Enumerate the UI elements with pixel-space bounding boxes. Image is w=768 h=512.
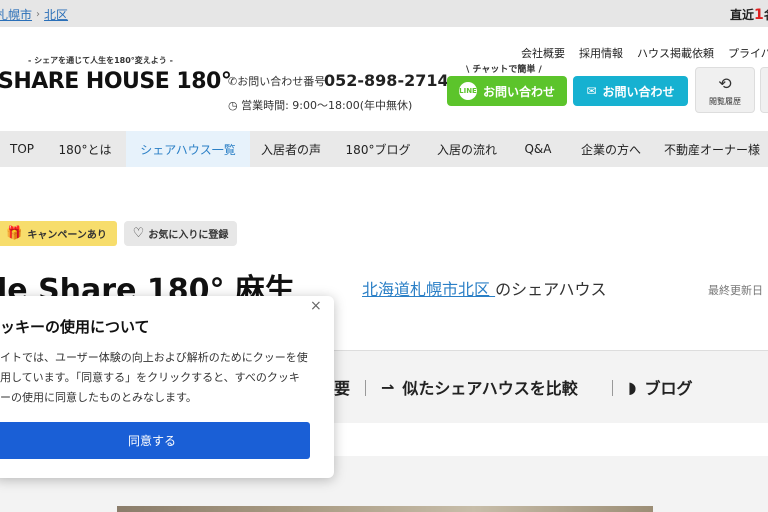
- house-photo: [117, 506, 653, 512]
- chevron-right-icon: ›: [36, 9, 41, 20]
- link-listing-request[interactable]: ハウス掲載依頼: [637, 45, 714, 61]
- phone-icon: ✆: [228, 75, 238, 88]
- link-privacy[interactable]: プライバシー: [728, 45, 768, 61]
- history-icon: ⟲: [718, 73, 732, 93]
- phone-number[interactable]: 052-898-2714: [324, 71, 449, 90]
- breadcrumb-link-sapporo[interactable]: 札幌市: [0, 6, 32, 23]
- line-icon: LINE: [458, 82, 477, 100]
- cookie-body: イトでは、ユーザー体験の向上および解析のためにクッーを使用しています。「同意する…: [0, 351, 308, 404]
- nav-item-top[interactable]: TOP: [0, 131, 44, 167]
- nav-item-owners[interactable]: 不動産オーナー様: [656, 131, 768, 167]
- site-header: - シェアを通じて人生を180°変えよう - SHARE HOUSE 180° …: [0, 27, 768, 131]
- site-logo[interactable]: SHARE HOUSE 180°: [0, 69, 232, 94]
- link-company[interactable]: 会社概要: [521, 45, 565, 61]
- rss-icon: ◗: [628, 377, 637, 397]
- breadcrumb: 札幌市 › 北区: [0, 6, 68, 23]
- campaign-badge: 🎁 キャンペーンあり: [0, 221, 117, 246]
- business-hours-text: 営業時間: 9:00〜18:00(年中無休): [241, 99, 413, 112]
- envelope-icon: ✉: [586, 84, 597, 98]
- business-hours: ◷ 営業時間: 9:00〜18:00(年中無休): [228, 97, 412, 113]
- gift-icon: 🎁: [6, 226, 23, 241]
- tab-overview-label: 要: [334, 379, 351, 398]
- header-links: 会社概要 採用情報 ハウス掲載依頼 プライバシー: [521, 45, 768, 61]
- location-suffix: のシェアハウス: [495, 280, 607, 299]
- header-extra-button[interactable]: [760, 67, 768, 113]
- recent-count: 1: [754, 7, 764, 23]
- last-updated: 最終更新日: [708, 284, 763, 297]
- tagline: - シェアを通じて人生を180°変えよう -: [28, 56, 173, 65]
- tab-compare-label: 似たシェアハウスを比較: [402, 379, 578, 398]
- main-nav: TOP 180°とは シェアハウス一覧 入居者の声 180°ブログ 入居の流れ …: [0, 131, 768, 167]
- location-link[interactable]: 北海道札幌市北区: [362, 280, 495, 299]
- close-icon[interactable]: ×: [310, 298, 322, 314]
- nav-item-corporate[interactable]: 企業の方へ: [566, 131, 656, 167]
- tab-separator: [612, 380, 613, 396]
- line-contact-button[interactable]: LINE お問い合わせ: [447, 76, 567, 106]
- favorite-label: お気に入りに登録: [148, 230, 229, 241]
- recent-prefix: 直近: [730, 8, 755, 22]
- agree-button[interactable]: 同意する: [0, 422, 310, 459]
- cookie-title: ッキーの使用について: [0, 318, 150, 336]
- mail-contact-label: お問い合わせ: [602, 84, 675, 99]
- top-bar: 札幌市 › 北区 直近1名: [0, 0, 768, 27]
- recent-viewers: 直近1名: [730, 6, 768, 23]
- phone-label-text: お問い合わせ番号: [237, 75, 326, 88]
- phone-label: ✆お問い合わせ番号: [228, 73, 325, 89]
- nav-item-flow[interactable]: 入居の流れ: [424, 131, 510, 167]
- history-label: 閲覧履歴: [709, 96, 741, 106]
- cookie-dialog: × ッキーの使用について イトでは、ユーザー体験の向上および解析のためにクッーを…: [0, 296, 334, 478]
- nav-item-sharehouse-list[interactable]: シェアハウス一覧: [126, 131, 250, 167]
- recent-suffix: 名: [764, 8, 768, 22]
- tab-compare[interactable]: ⇀ 似たシェアハウスを比較: [381, 375, 578, 399]
- nav-item-voices[interactable]: 入居者の声: [250, 131, 332, 167]
- tab-overview[interactable]: 要: [334, 375, 350, 399]
- nav-item-about[interactable]: 180°とは: [44, 131, 126, 167]
- line-contact-label: お問い合わせ: [482, 84, 555, 99]
- link-recruit[interactable]: 採用情報: [579, 45, 623, 61]
- favorite-button[interactable]: ♡ お気に入りに登録: [124, 221, 237, 246]
- chat-note: \ チャットで簡単 /: [466, 65, 542, 75]
- heart-icon: ♡: [132, 226, 145, 241]
- nav-item-qa[interactable]: Q&A: [510, 131, 566, 167]
- location: 北海道札幌市北区 のシェアハウス: [362, 276, 606, 300]
- compare-icon: ⇀: [381, 377, 395, 397]
- history-button[interactable]: ⟲ 閲覧履歴: [695, 67, 755, 113]
- breadcrumb-link-kita[interactable]: 北区: [44, 6, 68, 23]
- mail-contact-button[interactable]: ✉ お問い合わせ: [573, 76, 688, 106]
- nav-item-blog[interactable]: 180°ブログ: [332, 131, 424, 167]
- tab-blog-label: ブログ: [644, 379, 693, 398]
- campaign-label: キャンペーンあり: [27, 230, 107, 241]
- clock-icon: ◷: [228, 99, 238, 112]
- tab-separator: [365, 380, 366, 396]
- tab-blog[interactable]: ◗ ブログ: [628, 375, 692, 399]
